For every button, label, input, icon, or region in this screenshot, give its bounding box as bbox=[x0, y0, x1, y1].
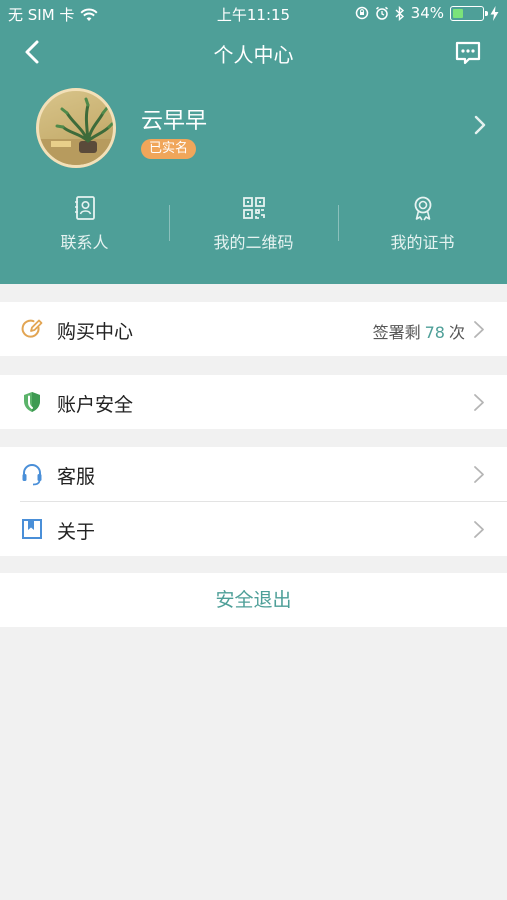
bookmark-icon bbox=[22, 519, 42, 539]
quick-actions: 联系人 我的二维码 我的证书 bbox=[0, 193, 507, 263]
alarm-icon bbox=[375, 6, 388, 20]
battery-icon bbox=[450, 5, 488, 21]
navigation-bar: 个人中心 bbox=[0, 28, 507, 76]
quick-action-certificate[interactable]: 我的证书 bbox=[338, 193, 507, 263]
user-name: 云早早 bbox=[141, 109, 208, 134]
quota-suffix: 次 bbox=[448, 323, 465, 342]
menu-item-about[interactable]: 关于 bbox=[0, 502, 507, 556]
page-title: 个人中心 bbox=[213, 43, 294, 67]
menu-group-purchase: 购买中心 签署剩 78 次 bbox=[0, 302, 507, 356]
signing-quota: 签署剩 78 次 bbox=[373, 319, 465, 343]
quota-prefix: 签署剩 bbox=[372, 323, 421, 342]
menu-group-security: 账户安全 bbox=[0, 375, 507, 429]
quick-action-label: 联系人 bbox=[60, 233, 109, 252]
logout-button[interactable]: 安全退出 bbox=[0, 573, 507, 627]
quick-action-label: 我的二维码 bbox=[213, 233, 294, 252]
clock: 上午11:15 bbox=[216, 6, 291, 24]
menu-item-label: 客服 bbox=[57, 466, 96, 488]
certificate-icon bbox=[414, 196, 431, 221]
profile-header: 无 SIM 卡 上午11:15 34% 个人中心 云早早 已实名 联系人 我的二… bbox=[0, 0, 507, 284]
menu-item-account-security[interactable]: 账户安全 bbox=[0, 375, 507, 429]
menu-item-label: 购买中心 bbox=[57, 321, 134, 343]
plant-image bbox=[39, 97, 113, 165]
profile-card[interactable]: 云早早 已实名 bbox=[0, 88, 507, 170]
avatar[interactable] bbox=[36, 88, 116, 168]
headset-icon bbox=[22, 464, 42, 486]
qr-code-icon bbox=[242, 197, 265, 219]
chevron-right-icon bbox=[474, 394, 484, 411]
contacts-icon bbox=[74, 196, 95, 220]
chevron-right-icon bbox=[474, 466, 484, 483]
menu-item-customer-service[interactable]: 客服 bbox=[0, 447, 507, 501]
status-bar: 无 SIM 卡 上午11:15 34% bbox=[0, 0, 507, 28]
chevron-right-icon bbox=[474, 115, 486, 135]
bluetooth-icon bbox=[395, 5, 404, 21]
quick-action-label: 我的证书 bbox=[390, 233, 455, 252]
menu-item-label: 关于 bbox=[57, 521, 96, 543]
edit-circle-icon bbox=[21, 319, 43, 338]
menu-item-label: 账户安全 bbox=[57, 394, 134, 416]
orientation-lock-icon bbox=[355, 6, 368, 20]
charging-icon bbox=[490, 5, 499, 21]
message-icon[interactable] bbox=[453, 38, 483, 66]
quick-action-contacts[interactable]: 联系人 bbox=[0, 193, 169, 263]
verified-badge: 已实名 bbox=[141, 139, 197, 159]
battery-percent: 34% bbox=[410, 4, 444, 22]
chevron-right-icon bbox=[474, 521, 484, 538]
shield-icon bbox=[24, 392, 40, 412]
quota-value: 78 bbox=[424, 323, 445, 342]
menu-item-purchase-center[interactable]: 购买中心 签署剩 78 次 bbox=[0, 302, 507, 356]
menu-group-support: 客服 关于 bbox=[0, 447, 507, 556]
quick-action-qr-code[interactable]: 我的二维码 bbox=[169, 193, 338, 263]
chevron-right-icon bbox=[474, 321, 484, 338]
